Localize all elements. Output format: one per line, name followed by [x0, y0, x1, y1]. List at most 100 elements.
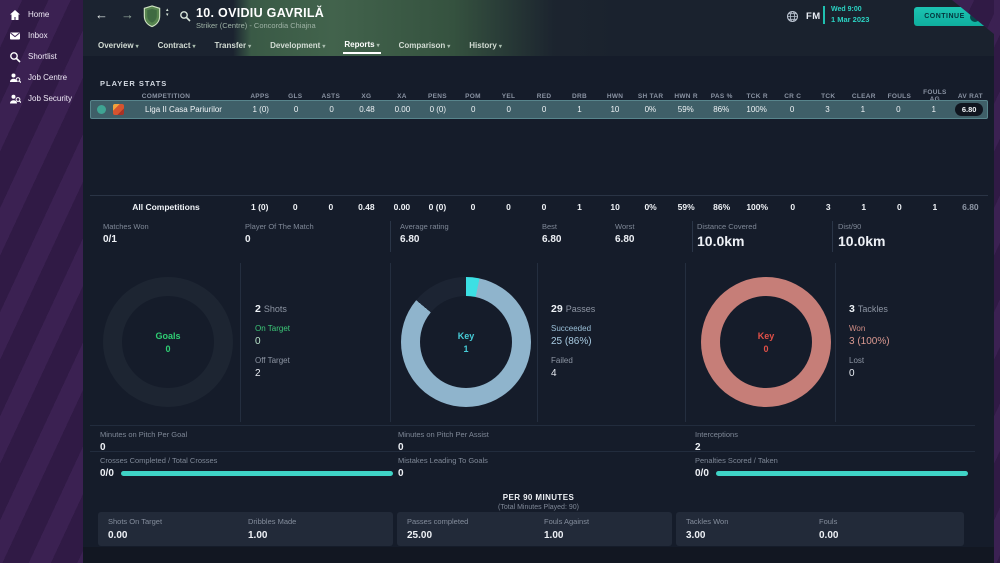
- stat-cell: 86%: [713, 202, 731, 212]
- column-header[interactable]: GLS: [278, 93, 314, 100]
- stat-cell: 0: [292, 202, 298, 212]
- sidebar-item-home[interactable]: Home: [0, 4, 83, 25]
- sidebar-item-label: Job Centre: [28, 73, 68, 82]
- player-tab-bar: Overview ▾ Contract ▾ Transfer ▾ Developmen…: [83, 34, 994, 56]
- stat-cell: 59%: [677, 202, 695, 212]
- tab-development[interactable]: Development ▾: [269, 37, 326, 53]
- divider: [835, 263, 836, 422]
- column-header[interactable]: CLEAR: [846, 93, 882, 100]
- stat-cell: 0: [471, 105, 476, 114]
- column-header[interactable]: XG: [349, 93, 385, 100]
- column-header[interactable]: HWN: [597, 93, 633, 100]
- column-header[interactable]: SH TAR: [633, 93, 669, 100]
- column-header[interactable]: PENS: [420, 93, 456, 100]
- back-arrow-icon[interactable]: ←: [95, 7, 108, 22]
- tab-history[interactable]: History ▾: [468, 37, 503, 53]
- globe-icon[interactable]: [786, 10, 799, 23]
- stat-cell: 0.48: [358, 202, 375, 212]
- donut-center-label: Key: [457, 330, 475, 341]
- sidebar-item-inbox[interactable]: Inbox: [0, 25, 83, 46]
- passes-stats: 29 Passes Succeeded 25 (86%) Failed 4: [551, 303, 596, 379]
- column-header[interactable]: CR C: [775, 93, 811, 100]
- stat-cell: 0: [506, 105, 511, 114]
- stat-cell: 0: [541, 105, 547, 114]
- stat-cell: 0: [328, 202, 334, 212]
- stat-cell: 0: [293, 105, 299, 114]
- sidebar-item-shortlist[interactable]: Shortlist: [0, 46, 83, 67]
- divider: [390, 221, 391, 252]
- stat-cell: 1: [577, 202, 582, 212]
- tab-reports[interactable]: Reports ▾: [343, 36, 381, 54]
- tab-contract[interactable]: Contract ▾: [157, 37, 197, 53]
- club-badge-icon[interactable]: [142, 5, 162, 28]
- chevron-down-icon: ▾: [447, 44, 451, 50]
- average-rating-total: 6.80: [962, 202, 979, 212]
- all-competitions-row: All Competitions 1 (0) 0 0 0.48 0.00 0 (…: [90, 195, 988, 212]
- sidebar-item-job-centre[interactable]: Job Centre: [0, 67, 83, 88]
- column-header[interactable]: YEL: [491, 93, 527, 100]
- chevron-down-icon: ▾: [192, 44, 196, 50]
- column-header[interactable]: POM: [455, 93, 491, 100]
- divider: [390, 263, 391, 422]
- donut-center-label: Key: [757, 330, 775, 341]
- game-date: 1 Mar 2023: [831, 15, 870, 24]
- summary-player-of-the-match: Player Of The Match 0: [245, 222, 314, 245]
- tab-comparison[interactable]: Comparison ▾: [398, 37, 452, 53]
- tackles-count: 3: [849, 303, 855, 315]
- crosses-progress-bar: [120, 471, 393, 476]
- tab-transfer[interactable]: Transfer ▾: [214, 37, 253, 53]
- chevron-down-icon: ▾: [376, 43, 380, 49]
- tab-overview[interactable]: Overview ▾: [97, 37, 140, 53]
- stat-cell: 3: [825, 202, 831, 212]
- title-bar: ← → ▴ ▾ 10. OVIDIU GAVRILĂ Striker (Centr…: [83, 0, 994, 34]
- stat-cell: 0: [329, 105, 334, 114]
- club-switch-chevrons-icon[interactable]: ▴ ▾: [166, 8, 169, 17]
- column-header[interactable]: FOULS: [882, 93, 918, 100]
- interceptions: Interceptions 2: [695, 430, 738, 453]
- home-icon: [10, 9, 20, 20]
- stat-cell: 0: [541, 202, 547, 212]
- search-icon[interactable]: [179, 10, 191, 22]
- stat-cell: 0.00: [394, 105, 411, 114]
- stat-cell: 0: [470, 202, 476, 212]
- chevron-down-icon: ▾: [322, 44, 326, 50]
- average-rating-cell: 6.80: [951, 103, 986, 116]
- stat-cell: 1 (0): [252, 105, 269, 114]
- column-header[interactable]: AV RAT: [953, 93, 989, 100]
- column-header[interactable]: DRB: [562, 93, 598, 100]
- competition-stats-row[interactable]: Liga II Casa Pariurilor 1 (0) 0 0 0.48 0…: [90, 100, 988, 119]
- shots-count: 2: [255, 303, 261, 315]
- main-content: ← → ▴ ▾ 10. OVIDIU GAVRILĂ Striker (Centr…: [83, 0, 994, 563]
- column-header[interactable]: TCK: [811, 93, 847, 100]
- stat-cell: 1 (0): [251, 202, 269, 212]
- column-header[interactable]: XA: [384, 93, 420, 100]
- sidebar-item-label: Job Security: [28, 94, 73, 103]
- per-90-header: PER 90 MINUTES (Total Minutes Played: 90…: [498, 493, 579, 511]
- stat-cell: 0: [896, 105, 901, 114]
- competition-name: Liga II Casa Pariurilor: [145, 105, 222, 114]
- donut-center-value: 0: [165, 343, 171, 354]
- column-header[interactable]: PAS %: [704, 93, 740, 100]
- status-dot-icon: [97, 105, 106, 114]
- divider: [692, 221, 693, 252]
- divider: [240, 263, 241, 422]
- stat-cell: 1: [860, 105, 866, 114]
- column-header[interactable]: RED: [526, 93, 562, 100]
- column-header[interactable]: HWN R: [668, 93, 704, 100]
- summary-dist-per-90: Dist/90 10.0km: [838, 222, 886, 249]
- job-centre-icon: [10, 73, 21, 83]
- column-header[interactable]: TCK R: [739, 93, 775, 100]
- donut-center-value: 1: [463, 343, 469, 354]
- stat-cell: 0: [789, 105, 795, 114]
- window-edge-strip: [994, 0, 1000, 563]
- penalties-scored-taken: Penalties Scored / Taken 0/0: [695, 456, 968, 479]
- sidebar-item-job-security[interactable]: Job Security: [0, 88, 83, 109]
- column-header[interactable]: COMPETITION: [90, 93, 242, 100]
- per90-stat: Dribbles Made 1.00: [248, 517, 297, 541]
- summary-worst-rating: Worst 6.80: [615, 222, 635, 245]
- forward-arrow-icon[interactable]: →: [121, 7, 134, 22]
- column-header[interactable]: ASTS: [313, 93, 349, 100]
- per90-stat: Passes completed 25.00: [407, 517, 469, 541]
- column-header[interactable]: APPS: [242, 93, 278, 100]
- stat-cell: 0%: [644, 105, 657, 114]
